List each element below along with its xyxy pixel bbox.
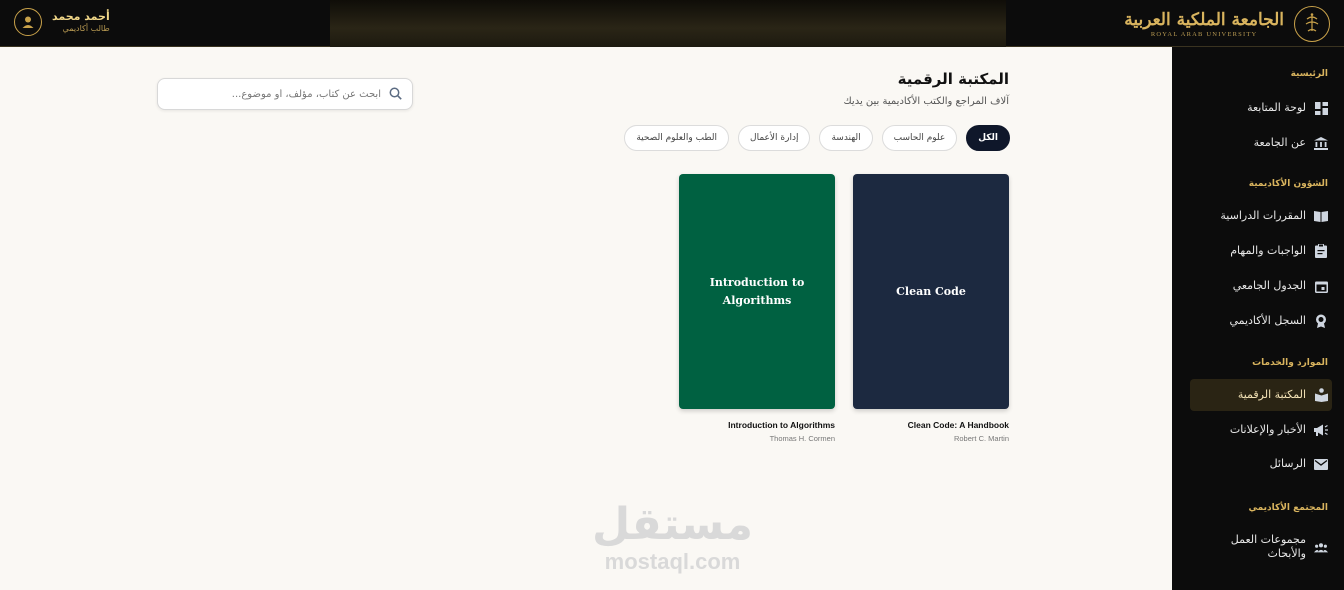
book-cover-text: Introduction to Algorithms: [709, 275, 805, 307]
library-icon: [1314, 388, 1328, 402]
sidebar-item-courses[interactable]: المقررات الدراسية: [1190, 200, 1332, 232]
search-box[interactable]: [157, 78, 413, 110]
filter-chip-business[interactable]: إدارة الأعمال: [738, 125, 811, 151]
watermark-latin: mostaql.com: [604, 549, 741, 574]
sidebar-item-assignments[interactable]: الواجبات والمهام: [1190, 235, 1332, 267]
sidebar-item-label: مجموعات العمل والأبحاث: [1230, 533, 1306, 560]
sidebar-item-label: عن الجامعة: [1253, 136, 1306, 149]
book-cover-text: Clean Code: [896, 284, 966, 298]
sidebar-item-schedule[interactable]: الجدول الجامعي: [1190, 270, 1332, 302]
section-title-academic: الشؤون الأكاديمية: [1248, 179, 1328, 189]
university-seal-icon: [1294, 6, 1330, 42]
user-profile[interactable]: أحمد محمد طالب أكاديمي: [14, 7, 110, 37]
book-open-icon: [1314, 209, 1328, 223]
award-icon: [1314, 314, 1328, 328]
university-name-en: ROYAL ARAB UNIVERSITY: [1150, 30, 1258, 38]
sidebar-item-label: الواجبات والمهام: [1230, 244, 1306, 257]
book-title[interactable]: Clean Code: A Handbook: [853, 420, 1009, 430]
sidebar-item-research-groups[interactable]: مجموعات العمل والأبحاث: [1190, 525, 1332, 569]
university-brand[interactable]: الجامعة الملكية العربية ROYAL ARAB UNIVE…: [1124, 4, 1330, 44]
sidebar-item-about[interactable]: عن الجامعة: [1190, 127, 1332, 159]
sidebar: الرئيسية لوحة المتابعة عن الجامعة الشؤون…: [1172, 47, 1344, 590]
header-banner: [330, 0, 1006, 47]
user-info: أحمد محمد طالب أكاديمي: [52, 10, 110, 34]
institution-icon: [1314, 136, 1328, 150]
category-filters: الكل علوم الحاسب الهندسة إدارة الأعمال ا…: [624, 125, 1010, 151]
envelope-icon: [1314, 457, 1328, 471]
megaphone-icon: [1314, 423, 1328, 437]
sidebar-item-label: الرسائل: [1269, 457, 1306, 470]
user-role: طالب أكاديمي: [62, 24, 110, 33]
section-title-home: الرئيسية: [1290, 69, 1328, 79]
book-card-algorithms[interactable]: Introduction to Algorithms Introduction …: [679, 174, 835, 443]
watermark-arabic: مستقل: [592, 499, 753, 550]
filter-chip-all[interactable]: الكل: [966, 125, 1010, 151]
dashboard-icon: [1314, 101, 1328, 115]
sidebar-item-messages[interactable]: الرسائل: [1190, 448, 1332, 480]
search-input[interactable]: [181, 88, 381, 100]
user-name: أحمد محمد: [52, 10, 110, 23]
book-title[interactable]: Introduction to Algorithms: [679, 420, 835, 430]
users-icon: [1314, 540, 1328, 554]
calendar-icon: [1314, 279, 1328, 293]
page-subtitle: آلاف المراجع والكتب الأكاديمية بين يديك: [843, 96, 1009, 107]
sidebar-item-label: الأخبار والإعلانات: [1229, 423, 1306, 436]
sidebar-item-library[interactable]: المكتبة الرقمية: [1190, 379, 1332, 411]
sidebar-item-news[interactable]: الأخبار والإعلانات: [1190, 414, 1332, 446]
top-bar: الجامعة الملكية العربية ROYAL ARAB UNIVE…: [0, 0, 1344, 47]
section-title-resources: الموارد والخدمات: [1252, 358, 1328, 368]
sidebar-item-label: لوحة المتابعة: [1247, 101, 1306, 114]
filter-chip-medicine[interactable]: الطب والعلوم الصحية: [624, 125, 730, 151]
sidebar-item-dashboard[interactable]: لوحة المتابعة: [1190, 92, 1332, 124]
sidebar-item-label: الجدول الجامعي: [1232, 279, 1306, 292]
filter-chip-engineering[interactable]: الهندسة: [819, 125, 873, 151]
page-title: المكتبة الرقمية: [897, 70, 1009, 88]
filter-chip-computer-science[interactable]: علوم الحاسب: [881, 125, 958, 151]
book-cover[interactable]: Clean Code: [853, 174, 1009, 409]
book-author: Robert C. Martin: [953, 434, 1009, 443]
university-name: الجامعة الملكية العربية: [1124, 9, 1284, 30]
sidebar-item-label: السجل الأكاديمي: [1229, 314, 1306, 327]
watermark: مستقل mostaql.com: [590, 500, 755, 580]
user-avatar-icon[interactable]: [14, 8, 42, 36]
sidebar-item-label: المكتبة الرقمية: [1237, 388, 1306, 401]
book-card-clean-code[interactable]: Clean Code Clean Code: A Handbook Robert…: [853, 174, 1009, 443]
book-author: Thomas H. Cormen: [769, 434, 835, 443]
clipboard-icon: [1314, 244, 1328, 258]
sidebar-item-label: المقررات الدراسية: [1220, 209, 1306, 222]
book-cover[interactable]: Introduction to Algorithms: [679, 174, 835, 409]
sidebar-item-transcript[interactable]: السجل الأكاديمي: [1190, 305, 1332, 337]
search-icon[interactable]: [389, 85, 402, 104]
section-title-community: المجتمع الأكاديمي: [1248, 503, 1328, 513]
brand-text: الجامعة الملكية العربية ROYAL ARAB UNIVE…: [1124, 10, 1284, 39]
